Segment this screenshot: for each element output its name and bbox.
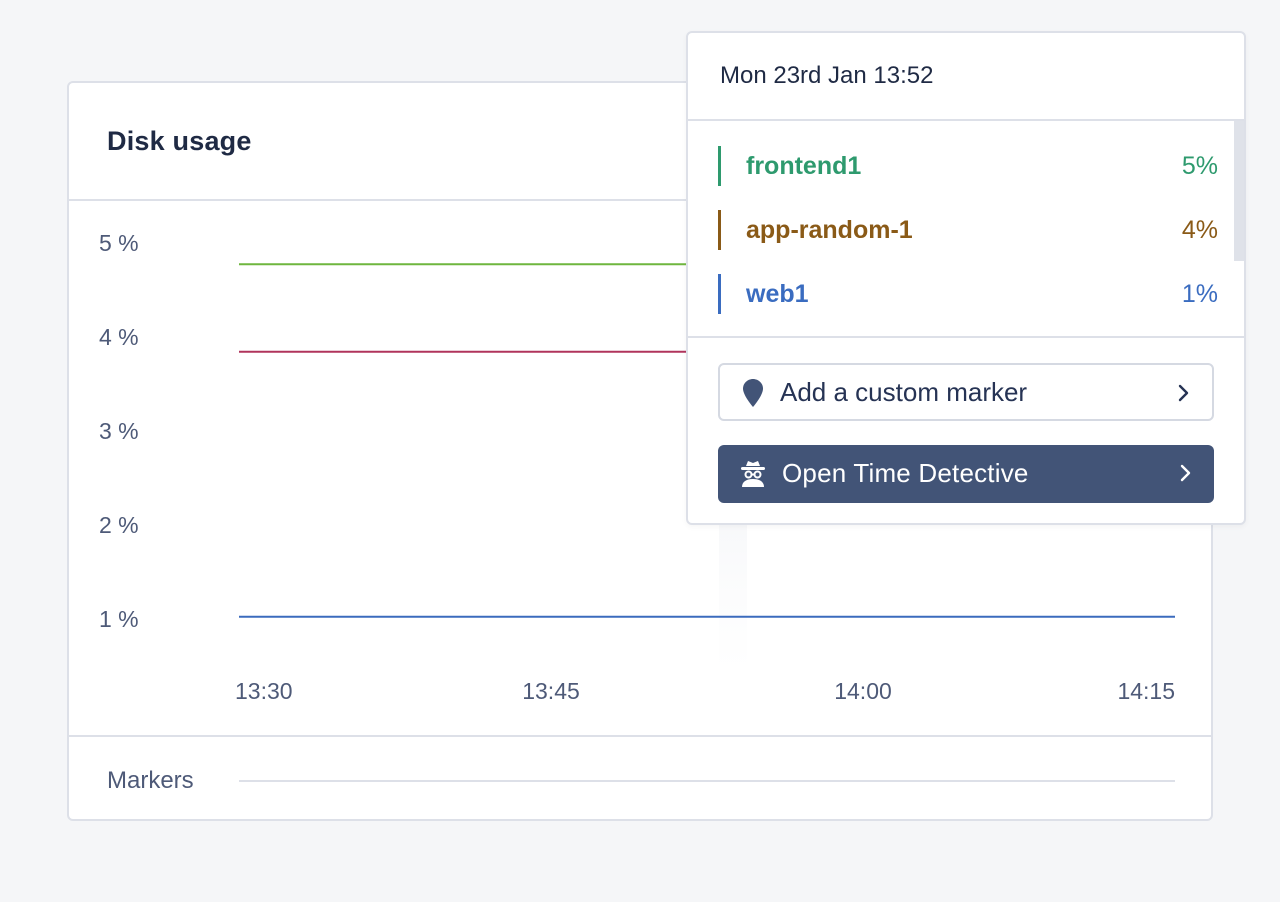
series-value: 4% [1181,216,1218,244]
series-color-bar [718,274,721,314]
series-name: app-random-1 [746,216,913,244]
x-tick-label: 13:30 [235,678,293,704]
tooltip-row-frontend1: frontend1 5% [718,146,1218,186]
y-tick-label: 1 % [99,606,139,632]
chevron-right-icon [1180,464,1192,487]
series-name: frontend1 [746,152,862,180]
add-custom-marker-label: Add a custom marker [780,377,1028,407]
markers-row: Markers [69,735,1211,821]
add-custom-marker-button[interactable]: Add a custom marker [718,363,1214,421]
markers-label: Markers [107,767,194,794]
hover-tooltip: Mon 23rd Jan 13:52 frontend1 5% app-rand… [686,31,1246,525]
tooltip-series-list: frontend1 5% app-random-1 4% web1 1% [688,121,1244,338]
y-tick-label: 4 % [99,324,139,350]
y-tick-label: 5 % [99,230,139,256]
tooltip-row-app-random-1: app-random-1 4% [718,210,1218,250]
card-title: Disk usage [107,125,252,156]
y-tick-label: 2 % [99,512,139,538]
open-time-detective-button[interactable]: Open Time Detective [718,445,1214,503]
open-time-detective-label: Open Time Detective [782,458,1029,488]
tooltip-date: Mon 23rd Jan 13:52 [688,33,1244,121]
markers-track[interactable] [239,780,1175,782]
series-value: 5% [1181,152,1218,180]
y-tick-label: 3 % [99,418,139,444]
spy-icon [740,460,766,493]
x-tick-label: 14:00 [834,678,892,704]
chevron-right-icon [1178,384,1190,407]
tooltip-scrollbar[interactable] [1234,121,1244,261]
tooltip-row-web1: web1 1% [718,274,1218,314]
series-name: web1 [746,280,809,308]
x-tick-label: 13:45 [522,678,580,704]
series-value: 1% [1181,280,1218,308]
map-pin-icon [742,378,764,413]
x-tick-label: 14:15 [1117,678,1175,704]
series-color-bar [718,210,721,250]
series-color-bar [718,146,721,186]
